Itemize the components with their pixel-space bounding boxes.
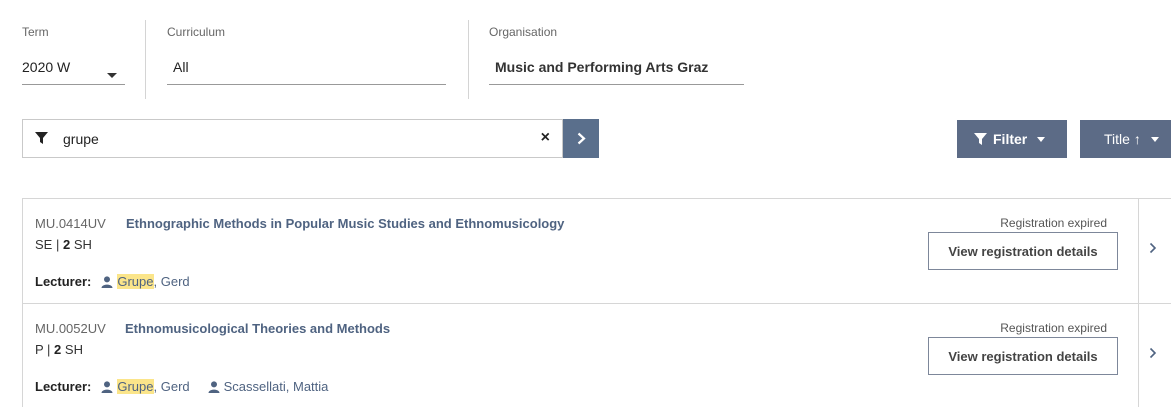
divider: [1138, 199, 1139, 303]
course-list: MU.0414UV Ethnographic Methods in Popula…: [22, 198, 1171, 407]
course-search-panel: Term 2020 W Curriculum All Organisation …: [0, 0, 1171, 407]
organisation-value: Music and Performing Arts Graz: [495, 59, 709, 75]
organisation-label: Organisation: [489, 25, 558, 39]
course-code: MU.0052UV: [35, 321, 106, 336]
term-label: Term: [22, 25, 49, 39]
filter-button-label: Filter: [993, 131, 1028, 147]
user-icon: [208, 380, 220, 393]
course-meta: SE | 2 SH: [35, 237, 92, 252]
sort-button-label: Title ↑: [1104, 131, 1141, 147]
registration-status: Registration expired: [1000, 216, 1107, 230]
curriculum-underline: [167, 84, 446, 85]
course-hours-unit: SH: [64, 342, 83, 357]
filter-button[interactable]: Filter: [957, 120, 1067, 158]
chevron-down-icon: [107, 65, 117, 83]
course-meta: P | 2 SH: [35, 342, 83, 357]
registration-status: Registration expired: [1000, 321, 1107, 335]
list-item: MU.0052UV Ethnomusicological Theories an…: [22, 304, 1171, 407]
filter-icon: [35, 132, 48, 150]
course-hours: 2: [62, 237, 71, 252]
search-highlight: Grupe: [117, 379, 154, 394]
divider: [468, 20, 469, 99]
sort-button[interactable]: Title ↑: [1080, 120, 1171, 158]
filter-icon: [974, 132, 987, 145]
course-title-link[interactable]: Ethnomusicological Theories and Methods: [125, 321, 390, 336]
list-item: MU.0414UV Ethnographic Methods in Popula…: [22, 199, 1171, 304]
lecturers: Lecturer: Grupe, Gerd: [35, 274, 208, 289]
course-code: MU.0414UV: [35, 216, 106, 231]
chevron-right-icon[interactable]: [1149, 347, 1157, 359]
lecturer-label: Lecturer:: [35, 274, 92, 289]
course-hours: 2: [54, 342, 62, 357]
term-underline: [22, 84, 125, 85]
divider: [1138, 304, 1139, 407]
term-value: 2020 W: [22, 59, 71, 75]
organisation-underline: [489, 84, 744, 85]
course-hours-unit: SH: [73, 237, 92, 252]
lecturer-name: , Gerd: [153, 379, 190, 394]
course-type: P: [35, 342, 44, 357]
course-type: SE: [35, 237, 53, 252]
view-registration-details-button[interactable]: View registration details: [928, 337, 1118, 375]
user-icon: [101, 380, 113, 393]
term-select[interactable]: 2020 W: [22, 58, 125, 84]
search-input[interactable]: [63, 128, 523, 150]
lecturer-label: Lecturer:: [35, 379, 92, 394]
curriculum-field[interactable]: All: [167, 58, 446, 84]
course-title-link[interactable]: Ethnographic Methods in Popular Music St…: [126, 216, 564, 231]
chevron-down-icon: [1150, 136, 1159, 142]
search-highlight: Grupe: [117, 274, 154, 289]
view-registration-details-button[interactable]: View registration details: [928, 232, 1118, 270]
lecturers: Lecturer: Grupe, Gerd Scassellati, Matti…: [35, 379, 346, 394]
lecturer-name: , Gerd: [153, 274, 190, 289]
search-box: ×: [22, 119, 563, 158]
lecturer-link[interactable]: Grupe, Gerd: [101, 379, 190, 394]
user-icon: [101, 275, 113, 288]
organisation-field[interactable]: Music and Performing Arts Graz: [489, 58, 744, 84]
chevron-right-icon: [577, 132, 586, 145]
lecturer-name: Scassellati, Mattia: [223, 379, 329, 394]
chevron-down-icon: [1037, 136, 1046, 142]
clear-search-icon[interactable]: ×: [541, 129, 550, 147]
lecturer-link[interactable]: Scassellati, Mattia: [208, 379, 329, 394]
curriculum-label: Curriculum: [167, 25, 226, 39]
divider: [145, 20, 146, 99]
chevron-right-icon[interactable]: [1149, 242, 1157, 254]
search-submit-button[interactable]: [563, 119, 599, 158]
curriculum-value: All: [173, 59, 189, 75]
lecturer-link[interactable]: Grupe, Gerd: [101, 274, 190, 289]
